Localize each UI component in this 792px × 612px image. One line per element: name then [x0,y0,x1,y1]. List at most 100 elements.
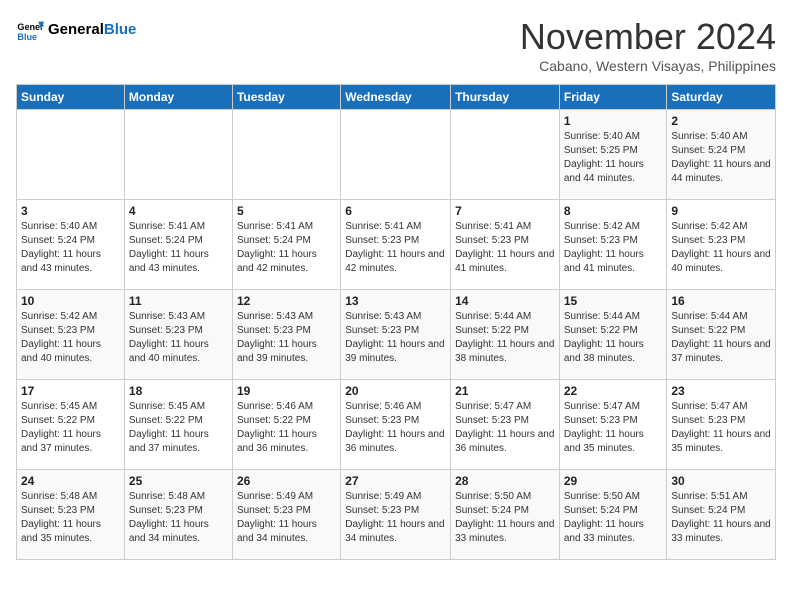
day-number: 14 [455,294,555,308]
day-info: Sunrise: 5:49 AM Sunset: 5:23 PM Dayligh… [237,490,336,546]
day-info: Sunrise: 5:41 AM Sunset: 5:23 PM Dayligh… [345,220,446,276]
location-subtitle: Cabano, Western Visayas, Philippines [520,58,776,74]
day-info: Sunrise: 5:43 AM Sunset: 5:23 PM Dayligh… [345,310,446,366]
day-number: 12 [237,294,336,308]
weekday-header: Monday [124,85,232,110]
day-info: Sunrise: 5:41 AM Sunset: 5:24 PM Dayligh… [129,220,228,276]
calendar-cell: 15Sunrise: 5:44 AM Sunset: 5:22 PM Dayli… [559,290,667,380]
day-info: Sunrise: 5:42 AM Sunset: 5:23 PM Dayligh… [671,220,771,276]
calendar-cell: 16Sunrise: 5:44 AM Sunset: 5:22 PM Dayli… [667,290,776,380]
day-number: 17 [21,384,120,398]
day-info: Sunrise: 5:42 AM Sunset: 5:23 PM Dayligh… [564,220,663,276]
day-number: 7 [455,204,555,218]
day-number: 9 [671,204,771,218]
day-number: 5 [237,204,336,218]
calendar-cell: 12 Sunrise: 5:43 AM Sunset: 5:23 PM Dayli… [232,290,340,380]
day-number: 19 [237,384,336,398]
calendar-header-row: SundayMondayTuesdayWednesdayThursdayFrid… [17,85,776,110]
day-number: 13 [345,294,446,308]
day-number: 21 [455,384,555,398]
day-number: 26 [237,474,336,488]
calendar-cell: 29 Sunrise: 5:50 AM Sunset: 5:24 PM Dayli… [559,470,667,560]
day-number: 6 [345,204,446,218]
day-number: 11 [129,294,228,308]
logo: General Blue GeneralBlue [16,16,136,44]
calendar-cell: 6 Sunrise: 5:41 AM Sunset: 5:23 PM Daylig… [341,200,451,290]
calendar-cell: 17 Sunrise: 5:45 AM Sunset: 5:22 PM Dayli… [17,380,125,470]
day-number: 2 [671,114,771,128]
day-info: Sunrise: 5:46 AM Sunset: 5:22 PM Dayligh… [237,400,336,456]
calendar-cell: 21 Sunrise: 5:47 AM Sunset: 5:23 PM Dayli… [451,380,560,470]
day-info: Sunrise: 5:41 AM Sunset: 5:23 PM Dayligh… [455,220,555,276]
calendar-week-row: 24 Sunrise: 5:48 AM Sunset: 5:23 PM Dayli… [17,470,776,560]
calendar-cell: 2Sunrise: 5:40 AM Sunset: 5:24 PM Daylig… [667,110,776,200]
day-number: 24 [21,474,120,488]
day-number: 8 [564,204,663,218]
calendar-cell [341,110,451,200]
calendar-cell: 25Sunrise: 5:48 AM Sunset: 5:23 PM Dayli… [124,470,232,560]
calendar-cell: 1 Sunrise: 5:40 AM Sunset: 5:25 PM Daylig… [559,110,667,200]
day-info: Sunrise: 5:51 AM Sunset: 5:24 PM Dayligh… [671,490,771,546]
calendar-cell: 9 Sunrise: 5:42 AM Sunset: 5:23 PM Daylig… [667,200,776,290]
day-number: 29 [564,474,663,488]
calendar-cell [232,110,340,200]
calendar-cell: 23Sunrise: 5:47 AM Sunset: 5:23 PM Dayli… [667,380,776,470]
calendar-cell [17,110,125,200]
day-info: Sunrise: 5:45 AM Sunset: 5:22 PM Dayligh… [21,400,120,456]
calendar-cell: 4Sunrise: 5:41 AM Sunset: 5:24 PM Daylig… [124,200,232,290]
calendar-cell: 11 Sunrise: 5:43 AM Sunset: 5:23 PM Dayli… [124,290,232,380]
weekday-header: Tuesday [232,85,340,110]
month-title: November 2024 [520,16,776,58]
day-info: Sunrise: 5:40 AM Sunset: 5:24 PM Dayligh… [21,220,120,276]
calendar-table: SundayMondayTuesdayWednesdayThursdayFrid… [16,84,776,560]
day-info: Sunrise: 5:44 AM Sunset: 5:22 PM Dayligh… [455,310,555,366]
day-info: Sunrise: 5:49 AM Sunset: 5:23 PM Dayligh… [345,490,446,546]
calendar-cell: 28 Sunrise: 5:50 AM Sunset: 5:24 PM Dayli… [451,470,560,560]
calendar-week-row: 10Sunrise: 5:42 AM Sunset: 5:23 PM Dayli… [17,290,776,380]
calendar-cell: 18Sunrise: 5:45 AM Sunset: 5:22 PM Dayli… [124,380,232,470]
calendar-cell: 8 Sunrise: 5:42 AM Sunset: 5:23 PM Daylig… [559,200,667,290]
calendar-cell: 30Sunrise: 5:51 AM Sunset: 5:24 PM Dayli… [667,470,776,560]
logo-icon: General Blue [16,16,44,44]
day-info: Sunrise: 5:50 AM Sunset: 5:24 PM Dayligh… [455,490,555,546]
logo-text: GeneralBlue [48,22,136,39]
day-info: Sunrise: 5:45 AM Sunset: 5:22 PM Dayligh… [129,400,228,456]
weekday-header: Thursday [451,85,560,110]
svg-text:Blue: Blue [17,32,37,42]
day-number: 20 [345,384,446,398]
calendar-cell: 10Sunrise: 5:42 AM Sunset: 5:23 PM Dayli… [17,290,125,380]
calendar-cell: 20 Sunrise: 5:46 AM Sunset: 5:23 PM Dayli… [341,380,451,470]
day-number: 23 [671,384,771,398]
day-info: Sunrise: 5:50 AM Sunset: 5:24 PM Dayligh… [564,490,663,546]
day-info: Sunrise: 5:47 AM Sunset: 5:23 PM Dayligh… [455,400,555,456]
day-number: 27 [345,474,446,488]
calendar-cell [124,110,232,200]
calendar-cell: 7 Sunrise: 5:41 AM Sunset: 5:23 PM Daylig… [451,200,560,290]
day-info: Sunrise: 5:40 AM Sunset: 5:25 PM Dayligh… [564,130,663,186]
day-info: Sunrise: 5:41 AM Sunset: 5:24 PM Dayligh… [237,220,336,276]
day-number: 28 [455,474,555,488]
calendar-cell: 24Sunrise: 5:48 AM Sunset: 5:23 PM Dayli… [17,470,125,560]
day-number: 1 [564,114,663,128]
day-number: 22 [564,384,663,398]
calendar-cell: 13 Sunrise: 5:43 AM Sunset: 5:23 PM Dayli… [341,290,451,380]
day-number: 3 [21,204,120,218]
calendar-cell: 19 Sunrise: 5:46 AM Sunset: 5:22 PM Dayli… [232,380,340,470]
calendar-week-row: 3 Sunrise: 5:40 AM Sunset: 5:24 PM Daylig… [17,200,776,290]
weekday-header: Wednesday [341,85,451,110]
calendar-cell: 26 Sunrise: 5:49 AM Sunset: 5:23 PM Dayli… [232,470,340,560]
day-info: Sunrise: 5:48 AM Sunset: 5:23 PM Dayligh… [129,490,228,546]
day-info: Sunrise: 5:46 AM Sunset: 5:23 PM Dayligh… [345,400,446,456]
day-info: Sunrise: 5:43 AM Sunset: 5:23 PM Dayligh… [129,310,228,366]
calendar-cell: 27 Sunrise: 5:49 AM Sunset: 5:23 PM Dayli… [341,470,451,560]
weekday-header: Sunday [17,85,125,110]
weekday-header: Saturday [667,85,776,110]
calendar-cell: 14 Sunrise: 5:44 AM Sunset: 5:22 PM Dayli… [451,290,560,380]
calendar-cell: 22 Sunrise: 5:47 AM Sunset: 5:23 PM Dayli… [559,380,667,470]
page-header: General Blue GeneralBlue November 2024 C… [16,16,776,74]
calendar-cell [451,110,560,200]
day-info: Sunrise: 5:43 AM Sunset: 5:23 PM Dayligh… [237,310,336,366]
calendar-week-row: 1 Sunrise: 5:40 AM Sunset: 5:25 PM Daylig… [17,110,776,200]
day-number: 15 [564,294,663,308]
day-info: Sunrise: 5:47 AM Sunset: 5:23 PM Dayligh… [564,400,663,456]
